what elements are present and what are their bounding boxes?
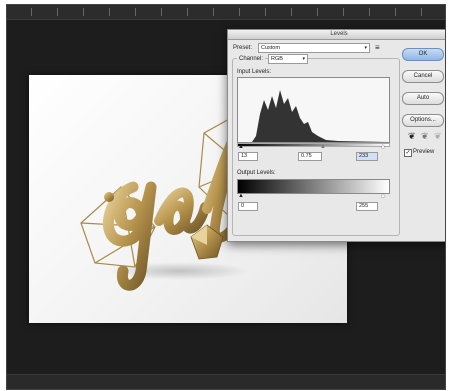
ruler-tick [317, 8, 318, 16]
auto-button[interactable]: Auto [402, 92, 444, 105]
ruler-tick [31, 8, 32, 16]
input-midtone-value: 0.75 [301, 153, 312, 159]
cancel-button[interactable]: Cancel [402, 70, 444, 83]
output-low-slider-handle[interactable]: ▲ [238, 193, 244, 199]
eyedropper-white-icon[interactable]: ❦ [434, 132, 442, 141]
preset-menu-icon[interactable]: ≡ [375, 43, 380, 52]
preset-select[interactable]: Custom ▾ [258, 43, 370, 53]
photoshop-workspace: Levels Preset: Custom ▾ ≡ Channel: RGB ▾… [6, 4, 446, 390]
ok-button[interactable]: OK [402, 48, 444, 61]
input-shadow-field[interactable]: 13 [238, 152, 258, 161]
histogram-graph [252, 90, 389, 142]
input-levels-label: Input Levels: [237, 69, 272, 75]
ruler-tick [161, 8, 162, 16]
output-high-value: 255 [359, 203, 369, 209]
ruler-tick [57, 8, 58, 16]
chevron-down-icon: ▾ [302, 56, 305, 62]
chevron-down-icon: ▾ [364, 45, 367, 51]
output-high-field[interactable]: 255 [356, 202, 378, 211]
ruler-tick [421, 8, 422, 16]
ruler-tick [369, 8, 370, 16]
input-midtone-field[interactable]: 0.75 [298, 152, 322, 161]
output-gradient-bar [237, 179, 390, 194]
input-highlight-field[interactable]: 233 [356, 152, 378, 161]
preview-label: Preview [413, 149, 435, 155]
output-low-value: 0 [241, 203, 245, 209]
output-levels-label: Output Levels: [237, 170, 276, 176]
input-shadow-value: 13 [241, 153, 248, 159]
ruler-tick [343, 8, 344, 16]
input-slider-track[interactable] [237, 143, 390, 147]
ruler-tick [239, 8, 240, 16]
ruler-tick [395, 8, 396, 16]
preset-label: Preset: [233, 45, 253, 51]
histogram-panel [237, 77, 390, 143]
shadow-slider-handle[interactable]: ▲ [238, 144, 244, 150]
output-high-slider-handle[interactable]: ▲ [380, 193, 386, 199]
ruler-tick [213, 8, 214, 16]
channel-value: RGB [271, 56, 283, 62]
checkbox-icon[interactable]: ✓ [404, 149, 412, 157]
preset-value: Custom [261, 45, 280, 51]
dialog-title: Levels [228, 30, 445, 40]
input-highlight-value: 233 [359, 153, 369, 159]
ruler-tick [109, 8, 110, 16]
ruler-tick [83, 8, 84, 16]
app-root: Levels Preset: Custom ▾ ≡ Channel: RGB ▾… [0, 0, 450, 391]
eyedropper-black-icon[interactable]: ❦ [408, 132, 416, 141]
ruler-tick [265, 8, 266, 16]
status-bar [7, 374, 445, 389]
options-button[interactable]: Options... [402, 114, 444, 127]
ruler-bar [7, 5, 445, 20]
eyedropper-gray-icon[interactable]: ❦ [421, 132, 429, 141]
midtone-slider-handle[interactable]: ▲ [320, 144, 326, 150]
channel-select[interactable]: RGB ▾ [268, 54, 308, 64]
ruler-tick [291, 8, 292, 16]
levels-dialog: Levels Preset: Custom ▾ ≡ Channel: RGB ▾… [227, 29, 445, 242]
ruler-tick [135, 8, 136, 16]
channel-label: Channel: [237, 56, 266, 62]
output-low-field[interactable]: 0 [238, 202, 258, 211]
ruler-tick [187, 8, 188, 16]
highlight-slider-handle[interactable]: ▲ [380, 144, 386, 150]
